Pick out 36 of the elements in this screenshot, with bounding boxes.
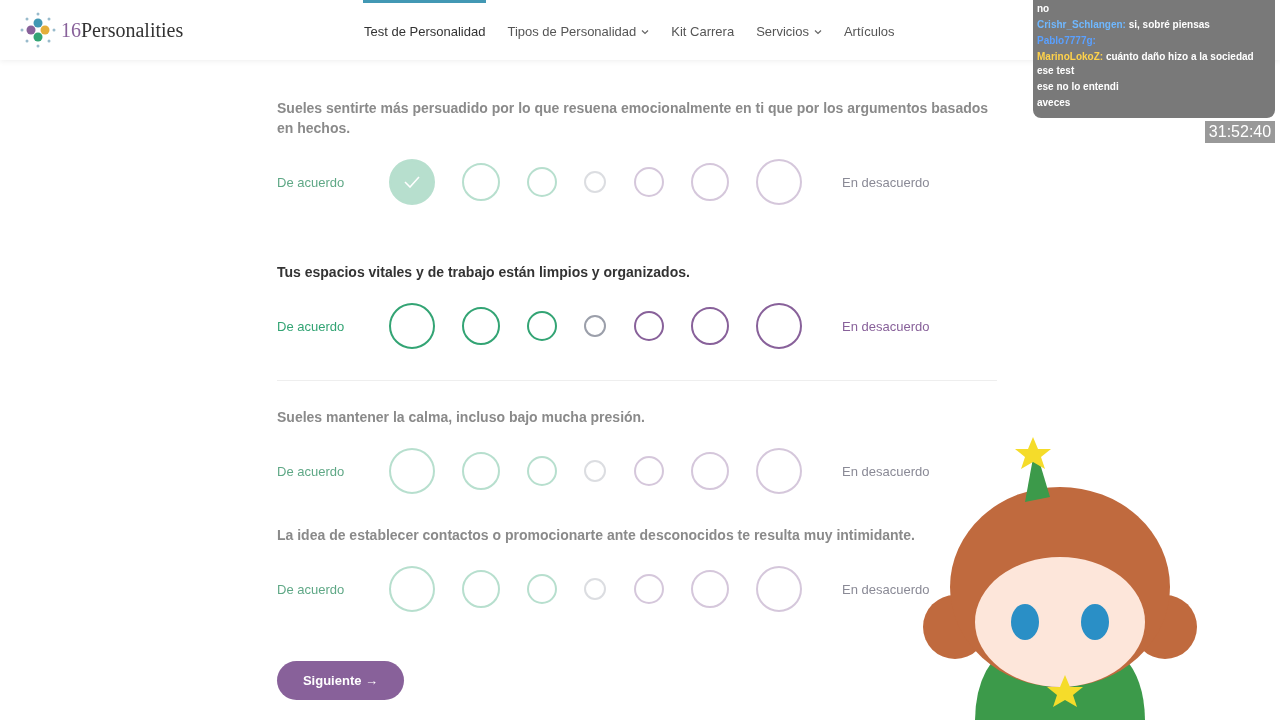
answer-option[interactable] — [462, 307, 501, 345]
chat-message: Pablo7777g: — [1037, 34, 1097, 48]
answer-option[interactable] — [389, 303, 435, 349]
nav-link[interactable]: Tipos de Personalidad — [506, 0, 651, 60]
question-text: Tus espacios vitales y de trabajo están limpios y organizados. — [277, 263, 691, 282]
chat-message: aveces — [1037, 96, 1072, 110]
dots-logo-icon — [20, 12, 56, 48]
nav-link[interactable]: Test de Personalidad — [363, 0, 487, 60]
next-button[interactable]: Siguiente → — [277, 661, 404, 700]
stream-timer: 31:52:40 — [1205, 121, 1275, 143]
chat-message: Crishr_Schlangen: si, sobré piensas — [1037, 18, 1211, 32]
nav-link[interactable]: Kit Carrera — [670, 0, 736, 60]
logo-number: 16 — [61, 18, 81, 42]
agree-label: De acuerdo — [277, 174, 346, 190]
answer-option[interactable] — [633, 311, 664, 341]
answer-option[interactable] — [584, 315, 607, 337]
disagree-label: En desacuerdo — [842, 174, 931, 190]
nav-link[interactable]: Servicios — [755, 0, 823, 60]
logo-name: Personalities — [81, 18, 184, 42]
agree-label: De acuerdo — [277, 581, 346, 597]
answer-option[interactable] — [755, 303, 802, 349]
disagree-label: En desacuerdo — [842, 463, 931, 479]
chat-message: ese no lo entendi — [1037, 80, 1120, 94]
agree-label: De acuerdo — [277, 463, 346, 479]
answer-option[interactable] — [527, 311, 558, 341]
check-icon — [404, 176, 420, 188]
nav-link[interactable]: Artículos — [842, 0, 896, 60]
chat-message: no — [1037, 2, 1051, 16]
agree-label: De acuerdo — [277, 318, 346, 334]
disagree-label: En desacuerdo — [842, 318, 931, 334]
disagree-label: En desacuerdo — [842, 581, 931, 597]
answer-option[interactable] — [690, 307, 729, 345]
question-text: La idea de establecer contactos o promocionarte ante desconocidos te resulta muy intimidante. — [277, 526, 916, 545]
question-text: Sueles mantener la calma, incluso bajo mucha presión. — [277, 408, 646, 427]
logo[interactable]: 16Personalities — [20, 12, 363, 48]
question-text: Sueles sentirte más persuadido por lo que resuena emocionalmente en ti que por los argumentos basados en hechos. — [277, 99, 990, 138]
